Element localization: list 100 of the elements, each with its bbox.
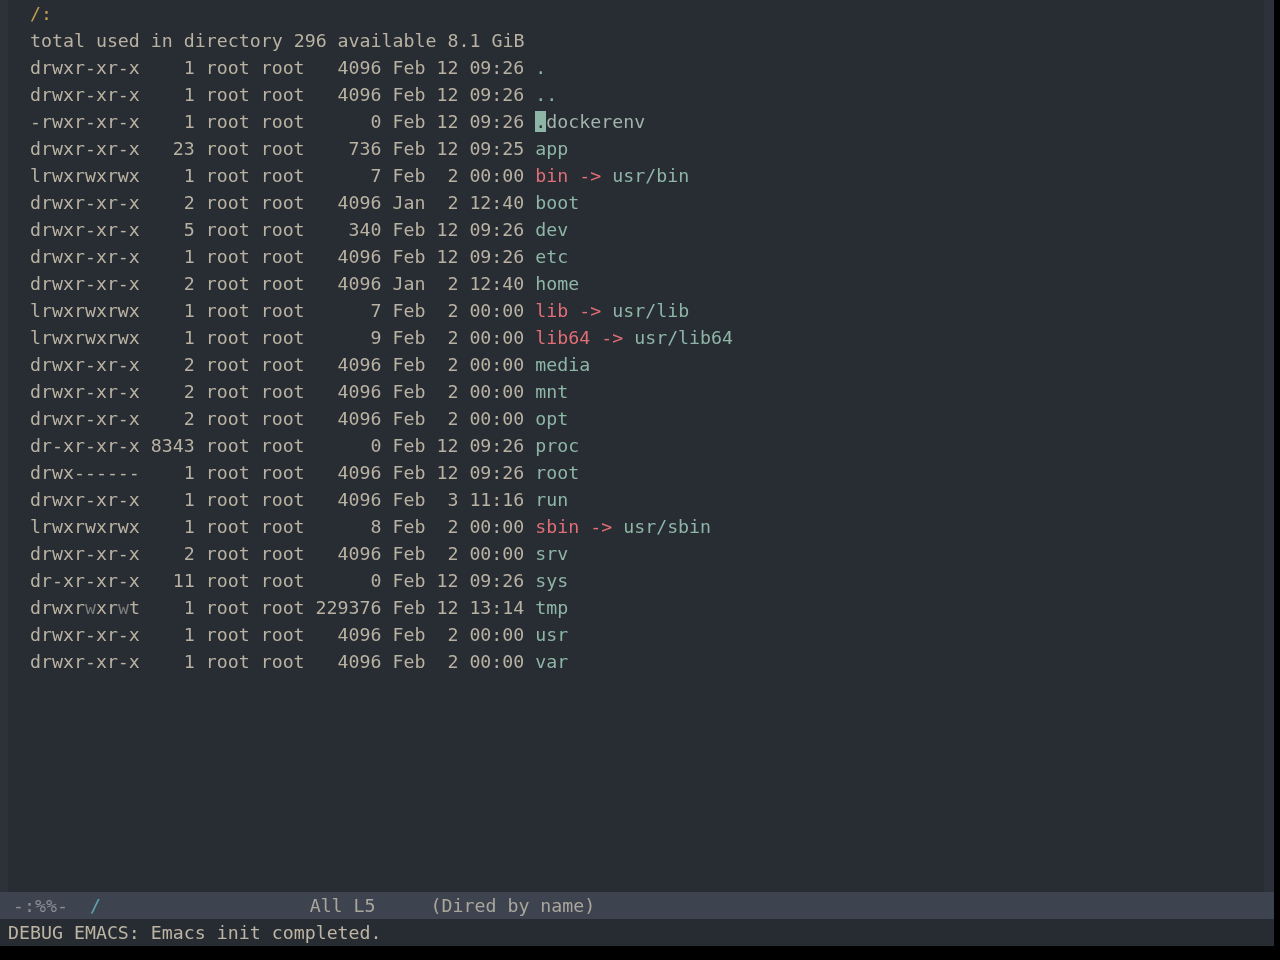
date-month: Feb: [392, 83, 426, 107]
link-target[interactable]: usr/sbin: [623, 513, 712, 540]
owner-text: root: [205, 488, 250, 512]
link-count: 1: [182, 56, 195, 80]
group-text: root: [260, 164, 305, 188]
owner-text: root: [205, 542, 250, 566]
date-month: Feb: [392, 515, 426, 539]
time-text: 13:14: [469, 596, 525, 620]
file-size: 4096: [336, 272, 382, 296]
file-name[interactable]: tmp: [535, 594, 569, 621]
time-text: 09:25: [469, 137, 525, 161]
file-name[interactable]: usr: [535, 621, 569, 648]
link-count: 2: [182, 380, 195, 404]
date-day: 2: [436, 270, 459, 297]
date-month: Feb: [392, 245, 426, 269]
link-count: 1: [182, 110, 195, 134]
echo-message: DEBUG EMACS: Emacs init completed.: [8, 921, 382, 945]
file-name[interactable]: run: [535, 486, 569, 513]
owner-text: root: [205, 83, 250, 107]
date-day: 2: [436, 162, 459, 189]
file-name[interactable]: var: [535, 648, 569, 675]
time-text: 00:00: [469, 326, 525, 350]
permissions-text: drwxr-xr-x: [29, 191, 140, 215]
link-target[interactable]: usr/lib: [612, 297, 690, 324]
link-count: 2: [182, 191, 195, 215]
file-name[interactable]: .: [535, 54, 547, 81]
permissions-text: lrwxrwxrwx: [29, 515, 140, 539]
date-month: Feb: [392, 650, 426, 674]
link-arrow: ->: [601, 326, 624, 350]
group-text: root: [260, 110, 305, 134]
file-name[interactable]: ..: [535, 81, 558, 108]
owner-text: root: [205, 353, 250, 377]
file-size: 4096: [336, 83, 382, 107]
date-day: 12: [436, 459, 459, 486]
directory-summary: total used in directory 296 available 8.1 GiB: [29, 29, 525, 53]
file-name[interactable]: proc: [535, 432, 580, 459]
permissions-text: drwxr-xr-x: [29, 650, 140, 674]
permissions-text: drwxr-xr-x: [29, 353, 140, 377]
date-month: Feb: [392, 326, 426, 350]
owner-text: root: [205, 164, 250, 188]
file-size: 7: [369, 164, 382, 188]
buffer-name: /: [89, 894, 102, 918]
time-text: 12:40: [469, 191, 525, 215]
link-arrow: ->: [590, 515, 613, 539]
file-name[interactable]: lib64: [535, 324, 591, 351]
group-text: root: [260, 596, 305, 620]
file-name[interactable]: media: [535, 351, 591, 378]
time-text: 09:26: [469, 569, 525, 593]
file-size: 7: [369, 299, 382, 323]
link-target[interactable]: usr/lib64: [634, 324, 734, 351]
file-name[interactable]: .dockerenv: [535, 108, 646, 135]
group-text: root: [260, 407, 305, 431]
file-name[interactable]: srv: [535, 540, 569, 567]
permissions-text: lrwxrwxrwx: [29, 326, 140, 350]
group-text: root: [260, 569, 305, 593]
date-month: Feb: [392, 137, 426, 161]
time-text: 00:00: [469, 515, 525, 539]
file-name[interactable]: sys: [535, 567, 569, 594]
owner-text: root: [205, 110, 250, 134]
modified-status: -:%%-: [13, 894, 69, 918]
owner-text: root: [205, 299, 250, 323]
file-size: 8: [369, 515, 382, 539]
owner-text: root: [205, 407, 250, 431]
owner-text: root: [205, 434, 250, 458]
time-text: 00:00: [469, 353, 525, 377]
file-size: 4096: [336, 407, 382, 431]
file-size: 4096: [336, 56, 382, 80]
link-count: 1: [182, 650, 195, 674]
file-name[interactable]: boot: [535, 189, 580, 216]
group-text: root: [260, 56, 305, 80]
link-count: 2: [182, 353, 195, 377]
file-name[interactable]: lib: [535, 297, 569, 324]
date-month: Feb: [392, 488, 426, 512]
date-day: 2: [436, 621, 459, 648]
permissions-text: drwxr-xr-x: [29, 56, 140, 80]
file-name[interactable]: root: [535, 459, 580, 486]
date-month: Feb: [392, 56, 426, 80]
group-text: root: [260, 245, 305, 269]
link-count: 1: [182, 326, 195, 350]
date-month: Feb: [392, 461, 426, 485]
file-name[interactable]: app: [535, 135, 569, 162]
link-target[interactable]: usr/bin: [612, 162, 690, 189]
file-name[interactable]: sbin: [535, 513, 580, 540]
time-text: 09:26: [469, 83, 525, 107]
file-name[interactable]: etc: [535, 243, 569, 270]
time-text: 00:00: [469, 164, 525, 188]
file-name[interactable]: bin: [535, 162, 569, 189]
file-size: 4096: [336, 380, 382, 404]
file-name[interactable]: opt: [535, 405, 569, 432]
date-day: 2: [436, 648, 459, 675]
owner-text: root: [205, 326, 250, 350]
link-count: 11: [171, 569, 195, 593]
file-name[interactable]: home: [535, 270, 580, 297]
file-size: 4096: [336, 650, 382, 674]
owner-text: root: [205, 623, 250, 647]
file-name[interactable]: dev: [535, 216, 569, 243]
file-name[interactable]: mnt: [535, 378, 569, 405]
owner-text: root: [205, 596, 250, 620]
owner-text: root: [205, 461, 250, 485]
date-month: Feb: [392, 407, 426, 431]
